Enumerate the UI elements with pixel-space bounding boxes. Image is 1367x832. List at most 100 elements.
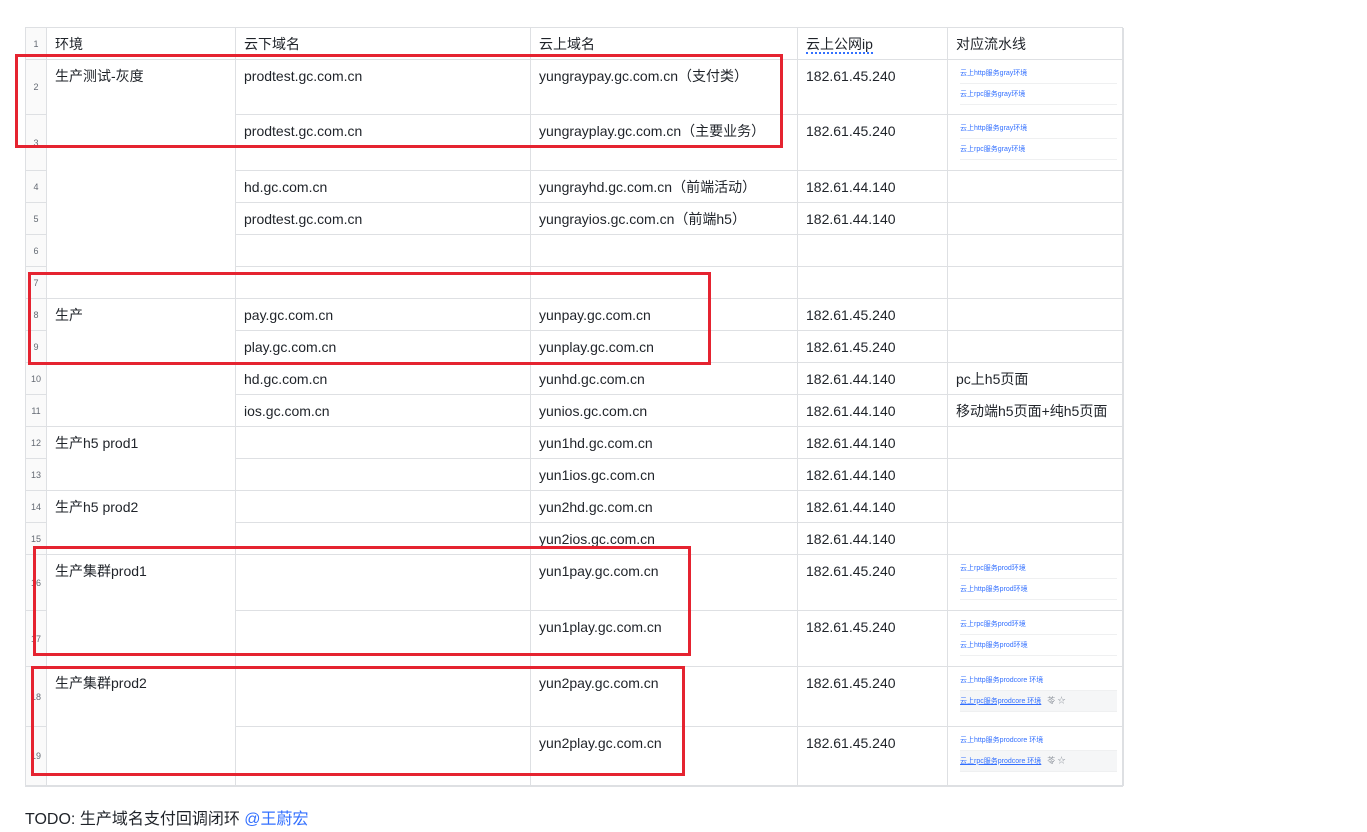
cell-oncloud-domain[interactable]: yungrayhd.gc.com.cn（前端活动） [531, 171, 798, 203]
cell-public-ip[interactable]: 182.61.44.140 [798, 459, 948, 491]
cell-offcloud-domain[interactable] [236, 727, 531, 786]
pipeline-link[interactable]: 云上http服务prod环境 [960, 579, 1117, 600]
header-public-ip[interactable]: 云上公网ip [798, 28, 948, 60]
cell-offcloud-domain[interactable] [236, 427, 531, 459]
cell-public-ip[interactable]: 182.61.44.140 [798, 171, 948, 203]
cell-public-ip[interactable] [798, 235, 948, 267]
cell-pipeline[interactable] [948, 427, 1124, 459]
cell-oncloud-domain[interactable] [531, 267, 798, 299]
cell-oncloud-domain[interactable]: yungrayplay.gc.com.cn（主要业务） [531, 115, 798, 171]
pipeline-link[interactable]: 云上rpc服务prodcore 环境苓 ☆ [960, 691, 1117, 712]
pipeline-link-label[interactable]: 云上http服务prod环境 [960, 641, 1028, 650]
cell-public-ip[interactable]: 182.61.44.140 [798, 203, 948, 235]
pipeline-link[interactable]: 云上rpc服务prodcore 环境苓 ☆ [960, 751, 1117, 772]
cell-env[interactable] [47, 267, 236, 299]
cell-public-ip[interactable] [798, 267, 948, 299]
pipeline-link[interactable]: 云上rpc服务gray环境 [960, 139, 1117, 160]
cell-pipeline[interactable] [948, 491, 1124, 523]
cell-offcloud-domain[interactable] [236, 523, 531, 555]
cell-public-ip[interactable]: 182.61.45.240 [798, 60, 948, 115]
cell-oncloud-domain[interactable]: yun1pay.gc.com.cn [531, 555, 798, 611]
cell-pipeline[interactable]: 云上http服务gray环境 云上rpc服务gray环境 [948, 60, 1124, 115]
cell-oncloud-domain[interactable]: yunpay.gc.com.cn [531, 299, 798, 331]
favorite-star-icon[interactable]: 苓 ☆ [1047, 693, 1065, 709]
cell-pipeline[interactable] [948, 331, 1124, 363]
cell-pipeline[interactable]: 云上http服务prodcore 环境 云上rpc服务prodcore 环境苓 ☆ [948, 727, 1124, 786]
cell-offcloud-domain[interactable] [236, 235, 531, 267]
cell-oncloud-domain[interactable]: yun2ios.gc.com.cn [531, 523, 798, 555]
cell-env[interactable]: 生产h5 prod2 [47, 491, 236, 555]
pipeline-link-label[interactable]: 云上http服务prodcore 环境 [960, 676, 1043, 685]
cell-pipeline[interactable] [948, 203, 1124, 235]
pipeline-link[interactable]: 云上http服务gray环境 [960, 118, 1117, 139]
header-offcloud-domain[interactable]: 云下域名 [236, 28, 531, 60]
cell-pipeline[interactable] [948, 171, 1124, 203]
header-pipeline[interactable]: 对应流水线 [948, 28, 1124, 60]
pipeline-link-label[interactable]: 云上rpc服务gray环境 [960, 90, 1025, 99]
cell-offcloud-domain[interactable]: pay.gc.com.cn [236, 299, 531, 331]
cell-offcloud-domain[interactable]: ios.gc.com.cn [236, 395, 531, 427]
cell-offcloud-domain[interactable]: play.gc.com.cn [236, 331, 531, 363]
user-mention[interactable]: @王蔚宏 [244, 811, 308, 828]
cell-pipeline[interactable] [948, 523, 1124, 555]
favorite-star-icon[interactable]: 苓 ☆ [1047, 753, 1065, 769]
cell-public-ip[interactable]: 182.61.44.140 [798, 363, 948, 395]
cell-offcloud-domain[interactable] [236, 459, 531, 491]
cell-offcloud-domain[interactable] [236, 667, 531, 727]
cell-public-ip[interactable]: 182.61.44.140 [798, 523, 948, 555]
pipeline-link-label[interactable]: 云上http服务gray环境 [960, 69, 1027, 78]
cell-offcloud-domain[interactable]: hd.gc.com.cn [236, 171, 531, 203]
pipeline-link-label[interactable]: 云上http服务prod环境 [960, 585, 1028, 594]
cell-env[interactable]: 生产 [47, 299, 236, 427]
cell-offcloud-domain[interactable]: prodtest.gc.com.cn [236, 203, 531, 235]
pipeline-link-label[interactable]: 云上rpc服务prodcore 环境 [960, 697, 1041, 706]
pipeline-link[interactable]: 云上rpc服务gray环境 [960, 84, 1117, 105]
cell-pipeline[interactable]: pc上h5页面 [948, 363, 1124, 395]
cell-public-ip[interactable]: 182.61.45.240 [798, 611, 948, 667]
cell-env[interactable]: 生产h5 prod1 [47, 427, 236, 491]
cell-oncloud-domain[interactable]: yun1hd.gc.com.cn [531, 427, 798, 459]
cell-oncloud-domain[interactable]: yunplay.gc.com.cn [531, 331, 798, 363]
cell-offcloud-domain[interactable] [236, 555, 531, 611]
cell-oncloud-domain[interactable]: yun2play.gc.com.cn [531, 727, 798, 786]
cell-pipeline[interactable]: 移动端h5页面+纯h5页面 [948, 395, 1124, 427]
cell-oncloud-domain[interactable]: yun2pay.gc.com.cn [531, 667, 798, 727]
cell-public-ip[interactable]: 182.61.45.240 [798, 667, 948, 727]
pipeline-link[interactable]: 云上http服务prod环境 [960, 635, 1117, 656]
pipeline-link-label[interactable]: 云上http服务gray环境 [960, 124, 1027, 133]
cell-oncloud-domain[interactable]: yunhd.gc.com.cn [531, 363, 798, 395]
cell-public-ip[interactable]: 182.61.45.240 [798, 299, 948, 331]
cell-pipeline[interactable]: 云上http服务prodcore 环境 云上rpc服务prodcore 环境苓 ☆ [948, 667, 1124, 727]
pipeline-link[interactable]: 云上http服务gray环境 [960, 63, 1117, 84]
cell-oncloud-domain[interactable] [531, 235, 798, 267]
cell-public-ip[interactable]: 182.61.44.140 [798, 491, 948, 523]
cell-offcloud-domain[interactable] [236, 611, 531, 667]
cell-offcloud-domain[interactable] [236, 491, 531, 523]
cell-env[interactable]: 生产集群prod1 [47, 555, 236, 667]
pipeline-link[interactable]: 云上http服务prodcore 环境 [960, 730, 1117, 751]
cell-offcloud-domain[interactable]: prodtest.gc.com.cn [236, 60, 531, 115]
pipeline-link-label[interactable]: 云上http服务prodcore 环境 [960, 736, 1043, 745]
cell-offcloud-domain[interactable] [236, 267, 531, 299]
cell-public-ip[interactable]: 182.61.45.240 [798, 115, 948, 171]
cell-oncloud-domain[interactable]: yungraypay.gc.com.cn（支付类） [531, 60, 798, 115]
cell-pipeline[interactable] [948, 299, 1124, 331]
cell-oncloud-domain[interactable]: yungrayios.gc.com.cn（前端h5） [531, 203, 798, 235]
cell-env[interactable]: 生产测试-灰度 [47, 60, 236, 299]
cell-oncloud-domain[interactable]: yun1play.gc.com.cn [531, 611, 798, 667]
cell-public-ip[interactable]: 182.61.44.140 [798, 427, 948, 459]
cell-pipeline[interactable] [948, 267, 1124, 299]
header-env[interactable]: 环境 [47, 28, 236, 60]
cell-offcloud-domain[interactable]: hd.gc.com.cn [236, 363, 531, 395]
pipeline-link-label[interactable]: 云上rpc服务gray环境 [960, 145, 1025, 154]
cell-public-ip[interactable]: 182.61.44.140 [798, 395, 948, 427]
pipeline-link-label[interactable]: 云上rpc服务prodcore 环境 [960, 757, 1041, 766]
header-oncloud-domain[interactable]: 云上域名 [531, 28, 798, 60]
cell-public-ip[interactable]: 182.61.45.240 [798, 727, 948, 786]
pipeline-link-label[interactable]: 云上rpc服务prod环境 [960, 564, 1026, 573]
pipeline-link[interactable]: 云上http服务prodcore 环境 [960, 670, 1117, 691]
cell-public-ip[interactable]: 182.61.45.240 [798, 331, 948, 363]
cell-public-ip[interactable]: 182.61.45.240 [798, 555, 948, 611]
pipeline-link-label[interactable]: 云上rpc服务prod环境 [960, 620, 1026, 629]
cell-pipeline[interactable] [948, 459, 1124, 491]
